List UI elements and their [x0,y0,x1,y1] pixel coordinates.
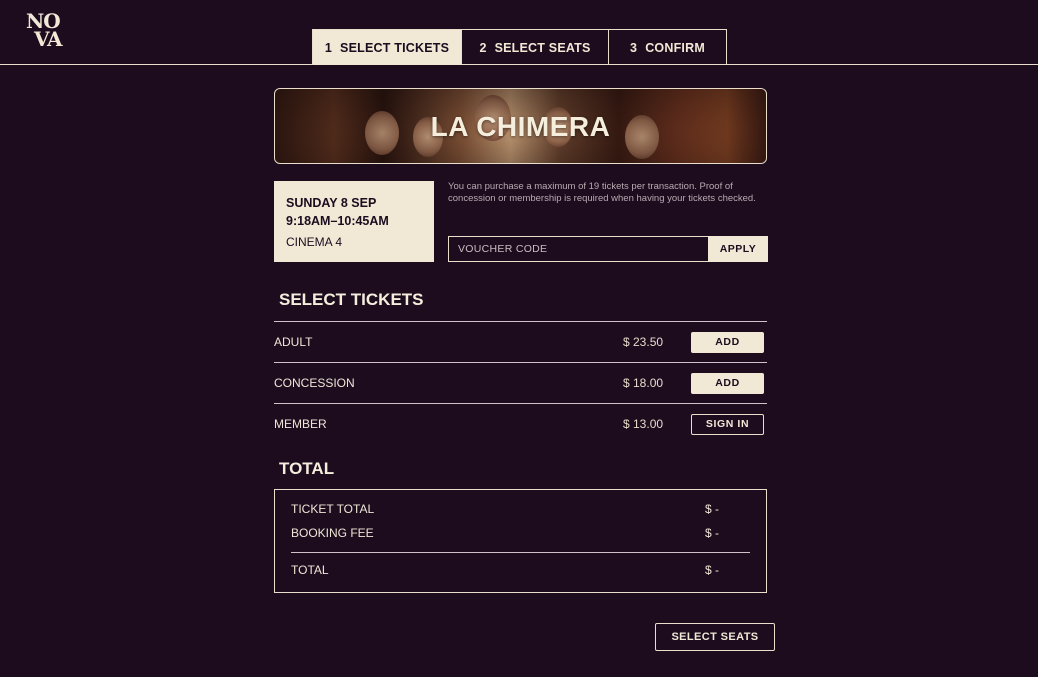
nova-logo[interactable]: NO VA [26,11,66,52]
step-select-tickets[interactable]: 1 SELECT TICKETS [312,29,462,65]
ticket-total-label: TICKET TOTAL [291,502,375,516]
ticket-row-concession: CONCESSION $ 18.00 ADD [274,362,767,403]
step-number: 3 [630,40,638,55]
ticket-price: $ 18.00 [623,376,664,390]
apply-button[interactable]: APPLY [708,236,768,262]
ticket-total-value: $ - [705,502,720,516]
ticket-name: CONCESSION [274,376,355,390]
grand-total-value: $ - [705,563,720,577]
total-heading: TOTAL [279,459,335,478]
voucher-form: VOUCHER CODE APPLY [448,236,768,262]
film-title: LA CHIMERA [430,111,611,142]
ticket-row-adult: ADULT $ 23.50 ADD [274,321,767,362]
booking-fee-value: $ - [705,526,720,540]
booking-fee-row: BOOKING FEE $ - [291,526,750,550]
grand-total-row: TOTAL $ - [291,563,750,587]
step-label: CONFIRM [645,40,705,55]
ticket-list: ADULT $ 23.50 ADD CONCESSION $ 18.00 ADD… [274,321,767,444]
session-date: SUNDAY 8 SEP [286,196,377,210]
ticket-price: $ 23.50 [623,335,664,349]
add-concession-button[interactable]: ADD [691,372,764,394]
add-adult-button[interactable]: ADD [691,331,764,353]
step-label: SELECT TICKETS [340,40,450,55]
booking-steps: 1 SELECT TICKETS 2 SELECT SEATS 3 CONFIR… [312,29,727,65]
session-info: SUNDAY 8 SEP 9:18AM–10:45AM CINEMA 4 [274,181,434,262]
order-summary: TICKET TOTAL $ - BOOKING FEE $ - TOTAL $… [274,489,767,593]
member-sign-in-button[interactable]: SIGN IN [691,413,764,435]
grand-total-label: TOTAL [291,563,329,577]
step-number: 1 [324,40,333,55]
voucher-code-input[interactable]: VOUCHER CODE [448,236,708,262]
ticket-name: MEMBER [274,417,327,431]
step-label: SELECT SEATS [494,40,591,55]
session-time: 9:18AM–10:45AM [286,214,389,228]
booking-fee-label: BOOKING FEE [291,526,374,540]
purchase-notice: You can purchase a maximum of 19 tickets… [448,181,756,204]
ticket-name: ADULT [274,335,313,349]
select-tickets-heading: SELECT TICKETS [279,290,424,309]
step-number: 2 [479,40,487,55]
ticket-row-member: MEMBER $ 13.00 SIGN IN [274,403,767,444]
film-banner: LA CHIMERA [274,88,767,164]
summary-divider [291,552,750,553]
session-cinema: CINEMA 4 [286,235,343,249]
step-select-seats[interactable]: 2 SELECT SEATS [462,29,609,65]
step-confirm[interactable]: 3 CONFIRM [609,29,727,65]
select-seats-button[interactable]: SELECT SEATS [655,623,775,651]
ticket-price: $ 13.00 [623,417,664,431]
ticket-total-row: TICKET TOTAL $ - [291,502,750,526]
